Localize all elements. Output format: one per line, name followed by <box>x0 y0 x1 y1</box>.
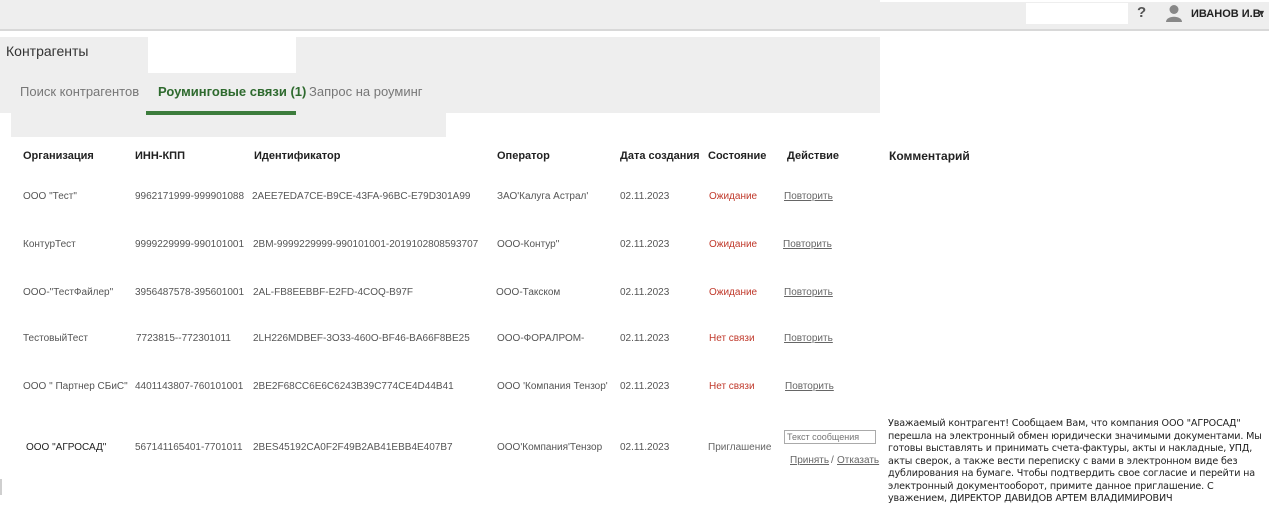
cell-operator: ООО-Контур" <box>497 239 560 250</box>
scroll-marker <box>0 479 2 495</box>
repeat-link[interactable]: Повторить <box>784 333 833 344</box>
reject-link[interactable]: Отказать <box>837 455 879 466</box>
cell-status: Ожидание <box>709 191 758 202</box>
cell-status: Приглашение <box>708 442 772 453</box>
cell-status: Ожидание <box>709 287 758 298</box>
cell-operator: ООО-Такском <box>496 287 561 298</box>
header-panel <box>0 37 880 113</box>
col-header-identifier: Идентификатор <box>254 150 341 162</box>
top-search-field[interactable] <box>1026 3 1128 24</box>
tab-roaming-links[interactable]: Роуминговые связи (1) <box>158 84 306 99</box>
cell-status: Нет связи <box>709 333 755 344</box>
chevron-down-icon[interactable]: ▼ <box>1257 8 1266 18</box>
top-bar-strip <box>880 0 1269 2</box>
cell-organization: ООО "АГРОСАД" <box>26 442 107 453</box>
help-icon[interactable]: ? <box>1137 4 1146 21</box>
user-name[interactable]: ИВАНОВ И.В. <box>1191 8 1264 20</box>
cell-date: 02.11.2023 <box>620 381 670 392</box>
cell-inn-kpp: 7723815--772301011 <box>136 333 231 344</box>
cell-inn-kpp: 9999229999-990101001 <box>135 239 244 250</box>
cell-inn-kpp: 567141165401-7701011 <box>135 442 243 453</box>
cell-inn-kpp: 9962171999-999901088 <box>135 191 244 202</box>
col-header-action: Действие <box>787 150 839 162</box>
col-header-operator: Оператор <box>497 150 550 162</box>
cell-operator: ООО 'Компания Тензор' <box>497 381 608 392</box>
cell-identifier: 2AEE7EDA7CE-B9CE-43FA-96BC-E79D301A99 <box>252 191 471 202</box>
accept-link[interactable]: Принять <box>790 455 829 466</box>
col-header-created-date: Дата создания <box>620 150 700 162</box>
col-header-status: Состояние <box>708 150 767 162</box>
action-separator: / <box>831 455 834 466</box>
cell-organization: ООО " Партнер СБиС" <box>23 381 128 392</box>
repeat-link[interactable]: Повторить <box>784 287 833 298</box>
col-header-comment: Комментарий <box>889 149 970 163</box>
page-title: Контрагенты <box>6 43 89 59</box>
cell-status: Ожидание <box>709 239 758 250</box>
cell-organization: ООО-"ТестФайлер" <box>23 287 114 298</box>
header-blank-box <box>148 31 296 73</box>
col-header-inn-kpp: ИНН-КПП <box>135 150 185 162</box>
cell-date: 02.11.2023 <box>620 191 670 202</box>
cell-identifier: 2AL-FB8EEBBF-E2FD-4COQ-B97F <box>253 287 414 298</box>
repeat-link[interactable]: Повторить <box>784 191 833 202</box>
user-icon[interactable] <box>1165 4 1183 22</box>
cell-inn-kpp: 4401143807-760101001 <box>135 381 244 392</box>
cell-date: 02.11.2023 <box>620 287 670 298</box>
tab-roaming-request[interactable]: Запрос на роуминг <box>309 84 423 99</box>
repeat-link[interactable]: Повторить <box>785 381 834 392</box>
cell-date: 02.11.2023 <box>620 333 670 344</box>
cell-identifier: 2BM-9999229999-990101001-201910280859370… <box>253 239 479 250</box>
tab-search-counterparties[interactable]: Поиск контрагентов <box>20 84 139 99</box>
cell-organization: ООО "Тест" <box>23 191 77 202</box>
cell-inn-kpp: 3956487578-395601001 <box>135 287 244 298</box>
cell-operator: ЗАО'Калуга Астрал' <box>497 191 589 202</box>
cell-operator: ООО'Компания'Тензор <box>497 442 603 453</box>
repeat-link[interactable]: Повторить <box>783 239 832 250</box>
cell-identifier: 2LH226MDBEF-3O33-460O-BF46-BA66F8BE25 <box>253 333 470 344</box>
cell-date: 02.11.2023 <box>620 239 670 250</box>
message-text-input[interactable] <box>784 430 876 444</box>
cell-identifier: 2BE2F68CC6E6C6243B39C774CE4D44B41 <box>253 381 454 392</box>
cell-comment: Уважаемый контрагент! Сообщаем Вам, что … <box>888 418 1262 504</box>
cell-organization: КонтурТест <box>23 239 76 250</box>
cell-identifier: 2BES45192CA0F2F49B2AB41EBB4E407B7 <box>253 442 453 453</box>
tabs-panel-strip <box>11 113 446 137</box>
cell-organization: ТестовыйТест <box>23 333 88 344</box>
cell-operator: ООО-ФОРАЛРОМ- <box>497 333 585 344</box>
active-tab-indicator <box>146 111 296 115</box>
cell-date: 02.11.2023 <box>620 442 670 453</box>
col-header-organization: Организация <box>23 150 94 162</box>
cell-status: Нет связи <box>709 381 755 392</box>
